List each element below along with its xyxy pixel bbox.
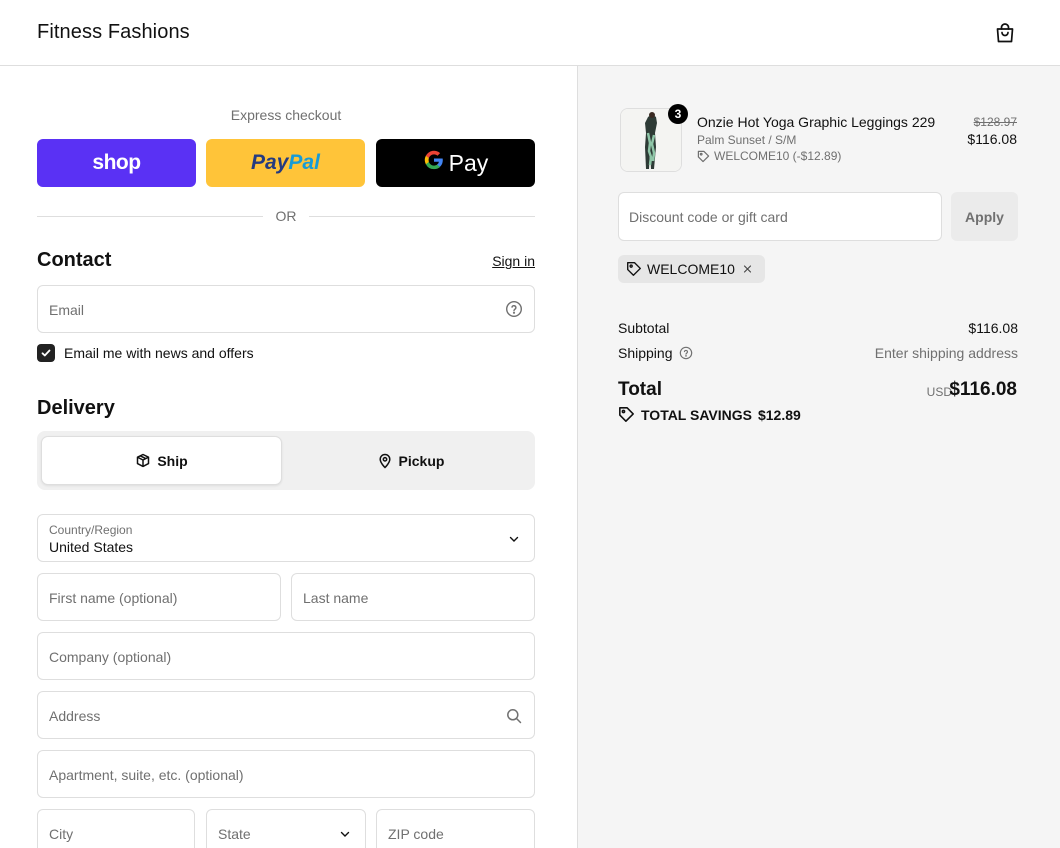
tag-icon	[697, 150, 710, 162]
shipping-label: Shipping	[618, 345, 673, 361]
or-divider: OR	[37, 208, 535, 224]
address-field[interactable]: Address	[37, 691, 535, 739]
paypal-logo-pay: Pay	[251, 151, 289, 174]
savings-amount: $12.89	[757, 406, 801, 423]
search-icon	[505, 707, 523, 725]
last-name-field[interactable]: Last name	[291, 573, 535, 621]
address-placeholder: Address	[49, 708, 101, 724]
company-placeholder: Company (optional)	[49, 649, 172, 665]
city-placeholder: City	[49, 826, 74, 842]
total-label: Total	[618, 379, 662, 400]
discount-code-input[interactable]: Discount code or gift card	[618, 192, 942, 241]
shop-pay-logo: shop	[92, 151, 141, 174]
shop-pay-button[interactable]: shop	[37, 139, 196, 187]
apartment-placeholder: Apartment, suite, etc. (optional)	[49, 767, 244, 783]
zip-field[interactable]: ZIP code	[376, 809, 535, 848]
newsletter-row: Email me with news and offers	[37, 343, 254, 363]
or-line-right	[309, 216, 535, 217]
country-value: United States	[49, 539, 134, 555]
shipping-row: Shipping Enter shipping address	[618, 345, 1018, 363]
remove-discount-icon[interactable]	[743, 262, 757, 276]
shop-name[interactable]: Fitness Fashions	[37, 21, 190, 44]
paypal-logo-pal: Pal	[288, 151, 320, 174]
product-name: Onzie Hot Yoga Graphic Leggings 229	[697, 114, 936, 130]
subtotal-label: Subtotal	[618, 320, 670, 336]
shipping-help-icon[interactable]	[679, 346, 693, 363]
current-price: $116.08	[967, 131, 1017, 147]
google-pay-label: Pay	[448, 149, 489, 176]
apartment-field[interactable]: Apartment, suite, etc. (optional)	[37, 750, 535, 798]
applied-discount-chip: WELCOME10	[618, 255, 765, 283]
total-savings: TOTAL SAVINGS $12.89	[618, 406, 801, 423]
newsletter-checkbox[interactable]	[37, 344, 55, 362]
country-label: Country/Region	[49, 523, 133, 537]
email-field[interactable]: Email	[37, 285, 535, 333]
apply-discount-button[interactable]: Apply	[951, 192, 1018, 241]
google-pay-button[interactable]: Pay	[376, 139, 535, 187]
order-summary: 3 Onzie Hot Yoga Graphic Leggings 229 Pa…	[577, 66, 1060, 848]
pickup-option[interactable]: Pickup	[290, 436, 531, 485]
google-g-icon	[423, 149, 445, 177]
email-placeholder: Email	[49, 302, 85, 318]
express-checkout-label: Express checkout	[230, 107, 342, 123]
paypal-button[interactable]: Pay Pal	[206, 139, 365, 187]
total-amount: $116.08	[949, 379, 1017, 400]
ship-label: Ship	[157, 452, 188, 469]
first-name-field[interactable]: First name (optional)	[37, 573, 281, 621]
zip-placeholder: ZIP code	[388, 826, 444, 842]
help-icon[interactable]	[505, 300, 523, 318]
newsletter-label: Email me with news and offers	[64, 345, 254, 361]
page-header: Fitness Fashions	[0, 0, 1060, 66]
location-pin-icon	[378, 453, 391, 469]
shipping-value: Enter shipping address	[874, 345, 1018, 361]
savings-label: TOTAL SAVINGS	[641, 406, 752, 423]
applied-discount-code: WELCOME10	[647, 261, 735, 277]
chevron-down-icon	[505, 530, 523, 548]
ship-option[interactable]: Ship	[41, 436, 282, 485]
shopping-bag-icon[interactable]	[993, 21, 1017, 45]
subtotal-value: $116.08	[968, 320, 1018, 336]
chevron-down-icon	[336, 825, 354, 843]
pickup-label: Pickup	[398, 452, 445, 469]
quantity-badge: 3	[668, 104, 688, 124]
last-name-placeholder: Last name	[303, 590, 369, 606]
contact-title: Contact	[37, 249, 112, 271]
tag-icon	[619, 407, 634, 422]
city-field[interactable]: City	[37, 809, 195, 848]
state-select[interactable]: State	[206, 809, 366, 848]
product-variant: Palm Sunset / S/M	[697, 133, 797, 147]
discount-placeholder: Discount code or gift card	[629, 209, 788, 225]
state-placeholder: State	[218, 826, 251, 842]
sign-in-link[interactable]: Sign in	[492, 253, 535, 269]
country-select[interactable]: Country/Region United States	[37, 514, 535, 562]
delivery-method-toggle: Ship Pickup	[37, 431, 535, 490]
checkout-form: Express checkout shop Pay Pal Pay OR Cont…	[0, 66, 577, 848]
tag-icon	[627, 262, 641, 276]
subtotal-row: Subtotal $116.08	[618, 320, 1018, 336]
company-field[interactable]: Company (optional)	[37, 632, 535, 680]
product-discount-text: WELCOME10 (-$12.89)	[714, 149, 842, 163]
total-currency: USD	[926, 385, 952, 399]
first-name-placeholder: First name (optional)	[49, 590, 178, 606]
original-price: $128.97	[973, 115, 1017, 129]
product-discount: WELCOME10 (-$12.89)	[697, 149, 841, 163]
box-icon	[137, 453, 150, 467]
delivery-title: Delivery	[37, 397, 115, 419]
